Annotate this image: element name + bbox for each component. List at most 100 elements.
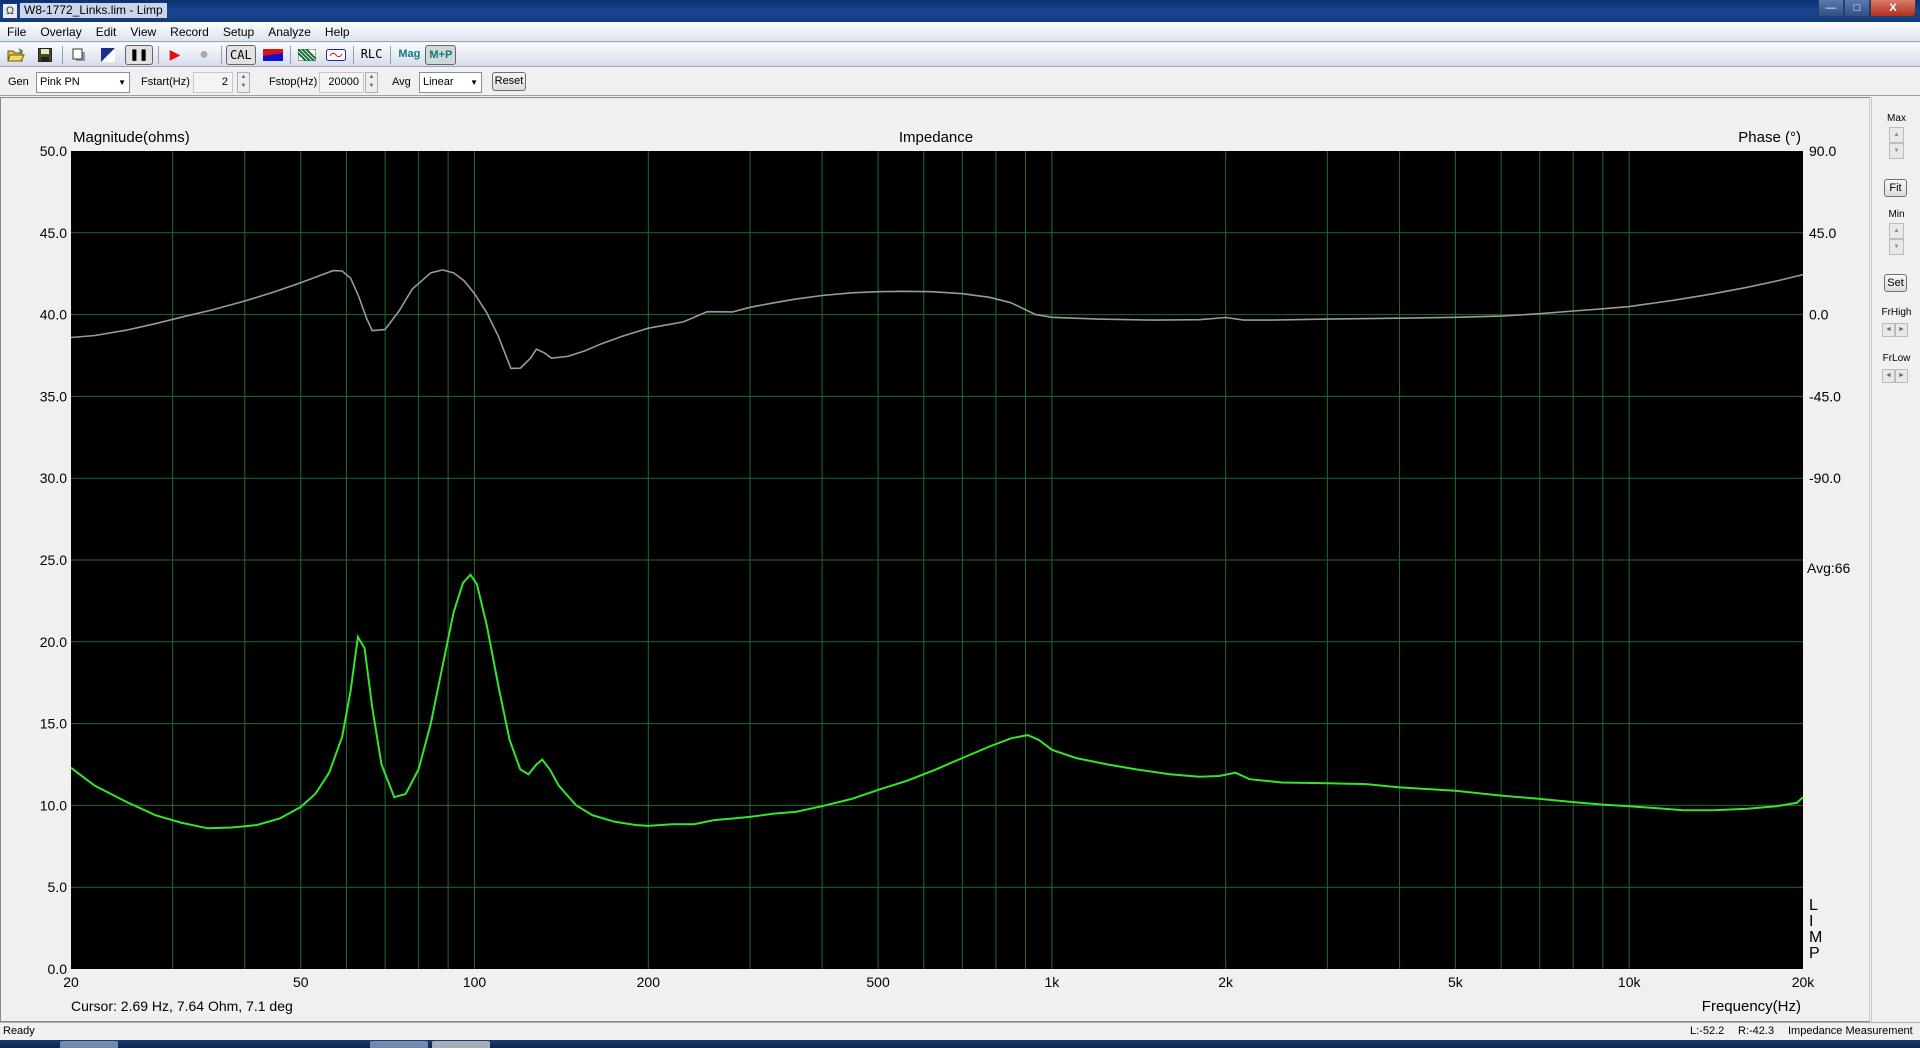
toolbar-separator — [289, 45, 291, 64]
save-button[interactable] — [33, 45, 57, 65]
channel-button[interactable] — [261, 45, 285, 65]
fstart-input[interactable]: 2 — [193, 72, 233, 93]
open-button[interactable] — [4, 45, 28, 65]
taskbar — [0, 1040, 1920, 1048]
levels-icon — [101, 47, 115, 62]
avg-label: Avg — [392, 76, 411, 88]
x-tick-label: 1k — [1044, 974, 1060, 990]
fstart-spinner[interactable]: ▲ ▼ — [237, 72, 250, 93]
y-tick-label: 30.0 — [40, 470, 67, 486]
pause-icon: ❚❚ — [129, 49, 149, 61]
generator-select[interactable]: Pink PN ▼ — [36, 72, 130, 93]
watermark-letter: I — [1809, 913, 1813, 930]
x-tick-label: 200 — [637, 974, 661, 990]
reset-button[interactable]: Reset — [492, 72, 526, 91]
avg-select[interactable]: Linear ▼ — [419, 72, 482, 93]
avg-annotation: Avg:66 — [1807, 560, 1851, 576]
fstop-input[interactable]: 20000 — [319, 72, 364, 93]
y-tick-label: 35.0 — [40, 388, 67, 404]
y-tick-label: 10.0 — [40, 797, 67, 813]
watermark-letter: M — [1809, 929, 1822, 946]
chart-panel: 0.0 5.0 10.0 15.0 20.0 25.0 30.0 35.0 40.0 45.0 50… — [0, 97, 1870, 1022]
rlc-button[interactable]: RLC — [358, 45, 386, 65]
chevron-down-icon: ▼ — [470, 78, 478, 87]
menu-overlay[interactable]: Overlay — [33, 22, 88, 42]
frlow-left-button[interactable]: ◄ — [1882, 369, 1895, 383]
max-down-button[interactable]: ▼ — [1889, 143, 1904, 159]
grid-button[interactable] — [295, 45, 319, 65]
cursor-readout: Cursor: 2.69 Hz, 7.64 Ohm, 7.1 deg — [71, 998, 293, 1014]
toolbar-separator — [352, 45, 354, 64]
minimize-button[interactable]: — — [1818, 0, 1844, 17]
frhigh-left-button[interactable]: ◄ — [1882, 323, 1895, 337]
y-tick-label: 45.0 — [40, 225, 67, 241]
status-text: Ready — [3, 1025, 35, 1037]
copy-icon — [72, 48, 85, 61]
menu-record[interactable]: Record — [163, 22, 216, 42]
frlow-right-button[interactable]: ► — [1895, 369, 1908, 383]
fit-button[interactable]: Fit — [1884, 179, 1907, 197]
record-icon: ● — [199, 45, 209, 63]
x-tick-label: 2k — [1218, 974, 1234, 990]
fstop-label: Fstop(Hz) — [269, 76, 318, 88]
level-right: R:-42.3 — [1738, 1025, 1775, 1037]
taskbar-item[interactable] — [60, 1041, 118, 1048]
menu-setup[interactable]: Setup — [216, 22, 261, 42]
taskbar-item[interactable] — [432, 1041, 490, 1048]
min-label: Min — [1888, 209, 1905, 220]
y-tick-label: 20.0 — [40, 634, 67, 650]
app-icon: Ω — [3, 4, 17, 18]
window-title: W8-1772_Links.lim - Limp — [20, 3, 167, 18]
watermark-letter: L — [1809, 897, 1818, 914]
y2-axis-title: Phase (°) — [1738, 129, 1801, 146]
levels-button[interactable] — [96, 45, 120, 65]
measurement-mode: Impedance Measurement — [1788, 1025, 1913, 1037]
y2-tick-label: -45.0 — [1809, 388, 1841, 404]
frhigh-right-button[interactable]: ► — [1895, 323, 1908, 337]
x-tick-label: 10k — [1618, 974, 1642, 990]
menu-help[interactable]: Help — [318, 22, 357, 42]
chevron-down-icon: ▼ — [118, 78, 126, 87]
y2-tick-label: -90.0 — [1809, 470, 1841, 486]
copy-button[interactable] — [67, 45, 91, 65]
window-controls: — □ X — [1818, 0, 1916, 18]
min-down-button[interactable]: ▼ — [1889, 239, 1904, 255]
menu-file[interactable]: File — [0, 22, 33, 42]
menu-view[interactable]: View — [123, 22, 163, 42]
level-left: L:-52.2 — [1690, 1025, 1725, 1037]
y2-tick-label: 0.0 — [1809, 307, 1829, 323]
x-tick-label: 5k — [1448, 974, 1464, 990]
maximize-button[interactable]: □ — [1844, 0, 1870, 17]
cal-button[interactable]: CAL — [226, 44, 256, 65]
min-up-button[interactable]: ▲ — [1889, 223, 1904, 239]
set-button[interactable]: Set — [1884, 274, 1907, 292]
max-up-button[interactable]: ▲ — [1889, 127, 1904, 143]
toolbar-separator — [390, 45, 392, 64]
mag-button[interactable]: Mag — [395, 45, 423, 65]
pause-button[interactable]: ❚❚ — [125, 44, 153, 65]
taskbar-item[interactable] — [370, 1041, 428, 1048]
menu-edit[interactable]: Edit — [89, 22, 124, 42]
x-tick-label: 20k — [1792, 974, 1816, 990]
limp-watermark: LIMP — [1809, 897, 1822, 962]
avg-value: Linear — [423, 76, 454, 88]
fstart-label: Fstart(Hz) — [141, 76, 190, 88]
fstop-spinner[interactable]: ▲ ▼ — [365, 72, 378, 93]
menu-analyze[interactable]: Analyze — [261, 22, 318, 42]
frlow-label: FrLow — [1882, 353, 1911, 364]
x-tick-label: 100 — [463, 974, 487, 990]
impedance-chart[interactable]: 0.0 5.0 10.0 15.0 20.0 25.0 30.0 35.0 40.0 45.0 50… — [1, 98, 1869, 1021]
gen-label: Gen — [8, 76, 29, 88]
control-bar: Gen Pink PN ▼ Fstart(Hz) 2 ▲ ▼ Fstop(Hz) … — [0, 68, 1920, 96]
y2-tick-label: 45.0 — [1809, 225, 1836, 241]
title-bar: Ω W8-1772_Links.lim - Limp — □ X — [0, 0, 1920, 22]
generator-button[interactable] — [324, 45, 348, 65]
play-button[interactable]: ▶ — [163, 45, 187, 65]
mag-phase-button[interactable]: M+P — [425, 44, 457, 65]
y2-tick-label: 90.0 — [1809, 143, 1836, 159]
frhigh-label: FrHigh — [1881, 307, 1912, 318]
x-tick-label: 50 — [293, 974, 309, 990]
y-tick-label: 40.0 — [40, 307, 67, 323]
record-button[interactable]: ● — [192, 45, 216, 65]
close-button[interactable]: X — [1870, 0, 1916, 17]
